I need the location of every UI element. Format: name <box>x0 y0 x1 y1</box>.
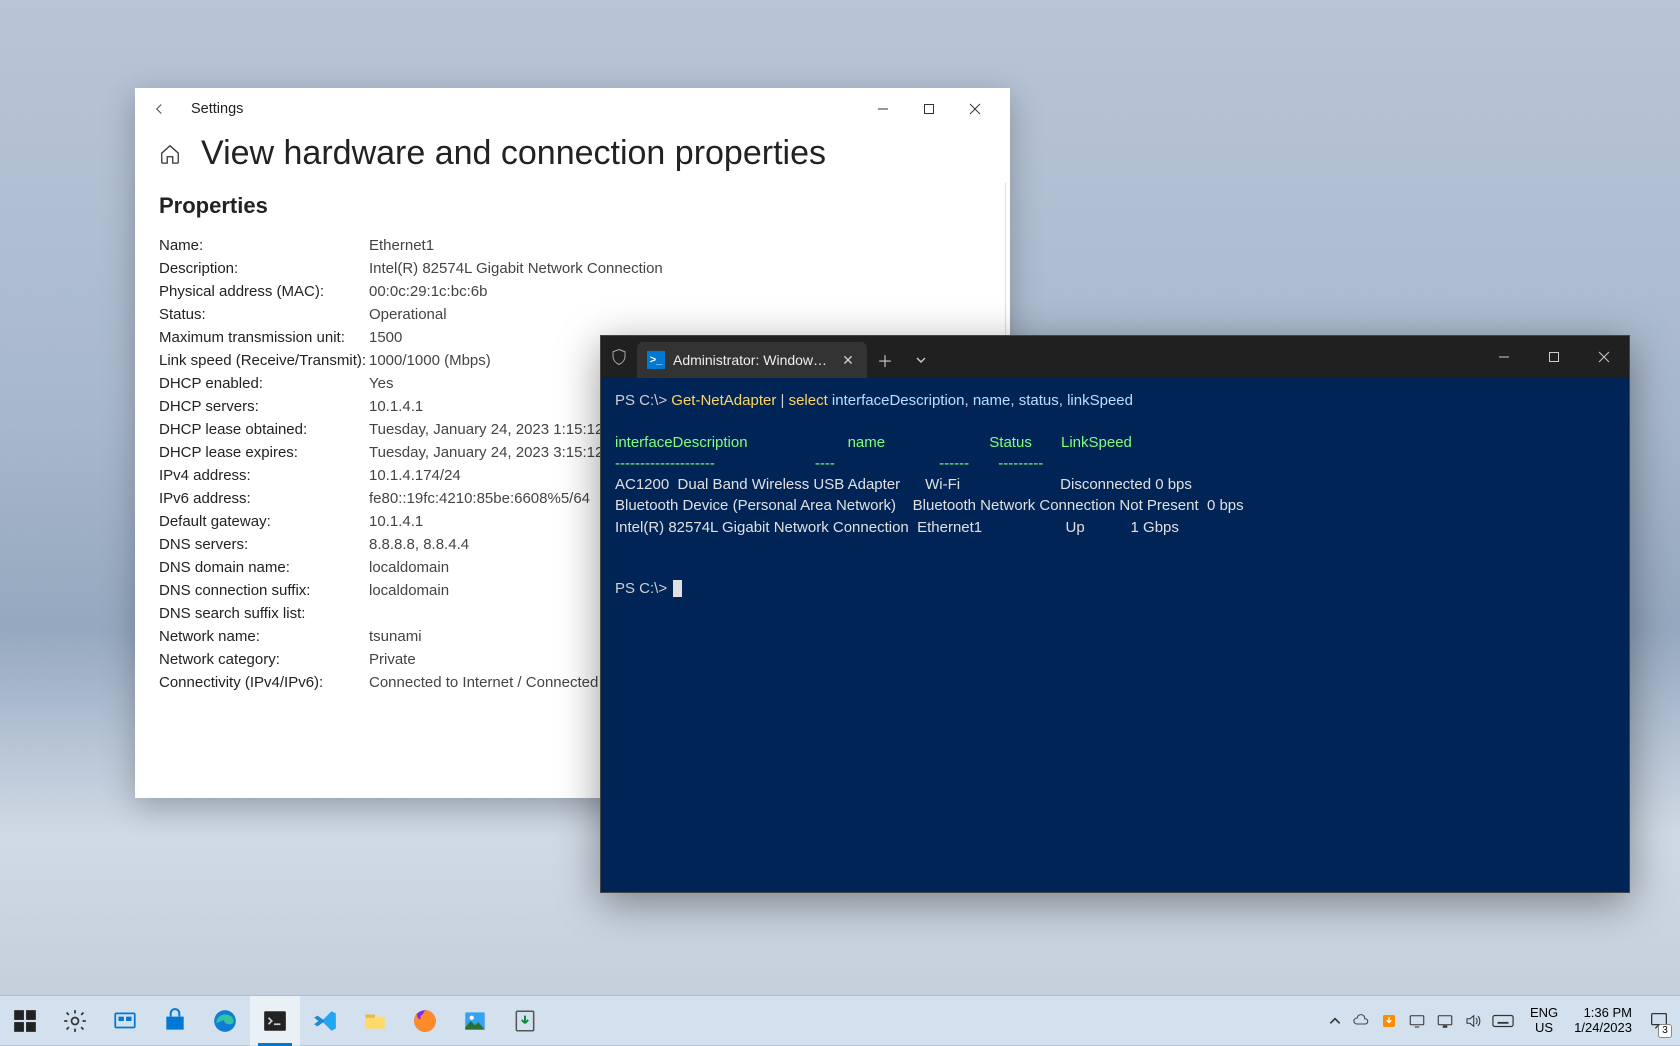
property-key: IPv4 address: <box>159 467 369 484</box>
property-key: Maximum transmission unit: <box>159 329 369 346</box>
page-title: View hardware and connection properties <box>201 134 826 173</box>
property-key: Link speed (Receive/Transmit): <box>159 352 369 369</box>
taskbar-taskview-icon[interactable] <box>100 996 150 1046</box>
window-title: Settings <box>191 101 243 117</box>
taskbar-photos-icon[interactable] <box>450 996 500 1046</box>
property-key: IPv6 address: <box>159 490 369 507</box>
settings-titlebar[interactable]: Settings <box>135 88 1010 130</box>
terminal-cursor <box>673 580 682 597</box>
taskbar-settings-icon[interactable] <box>50 996 100 1046</box>
terminal-window[interactable]: >_ Administrator: Windows Powe ✕ ＋ PS C:… <box>600 335 1630 893</box>
settings-header: View hardware and connection properties <box>135 130 1010 183</box>
property-key: DNS domain name: <box>159 559 369 576</box>
taskbar-left <box>0 996 550 1045</box>
notification-badge: 3 <box>1658 1024 1672 1038</box>
powershell-icon: >_ <box>647 351 665 369</box>
tray-volume-icon[interactable] <box>1464 1012 1482 1030</box>
tab-close-icon[interactable]: ✕ <box>839 351 857 369</box>
back-button[interactable] <box>147 97 171 121</box>
property-key: Connectivity (IPv4/IPv6): <box>159 674 369 691</box>
language-bottom: US <box>1530 1021 1558 1035</box>
notification-button[interactable]: 3 <box>1642 996 1676 1046</box>
taskbar-right: ENG US 1:36 PM 1/24/2023 3 <box>1316 996 1680 1045</box>
terminal-tab[interactable]: >_ Administrator: Windows Powe ✕ <box>637 342 867 378</box>
terminal-close-button[interactable] <box>1579 336 1629 378</box>
property-key: DNS connection suffix: <box>159 582 369 599</box>
tray-network-icon[interactable] <box>1436 1012 1454 1030</box>
terminal-titlebar[interactable]: >_ Administrator: Windows Powe ✕ ＋ <box>601 336 1629 378</box>
taskbar-vscode-icon[interactable] <box>300 996 350 1046</box>
taskbar-explorer-icon[interactable] <box>350 996 400 1046</box>
terminal-arg4: linkSpeed <box>1067 392 1133 409</box>
terminal-row: AC1200 Dual Band Wireless USB Adapter Wi… <box>615 476 1192 493</box>
maximize-button[interactable] <box>906 89 952 129</box>
property-key: DHCP enabled: <box>159 375 369 392</box>
system-tray[interactable] <box>1320 996 1522 1045</box>
property-value: Operational <box>369 306 981 323</box>
terminal-row: Intel(R) 82574L Gigabit Network Connecti… <box>615 519 1179 536</box>
terminal-arg2: name <box>973 392 1011 409</box>
taskbar-terminal-icon[interactable] <box>250 996 300 1046</box>
clock[interactable]: 1:36 PM 1/24/2023 <box>1566 1006 1640 1036</box>
property-key: DNS servers: <box>159 536 369 553</box>
terminal-tab-label: Administrator: Windows Powe <box>673 352 831 368</box>
property-key: DNS search suffix list: <box>159 605 369 622</box>
language-top: ENG <box>1530 1006 1558 1020</box>
terminal-prompt: PS C:\> <box>615 580 671 597</box>
tray-onedrive-icon[interactable] <box>1352 1012 1370 1030</box>
property-key: DHCP lease obtained: <box>159 421 369 438</box>
clock-time: 1:36 PM <box>1574 1006 1632 1021</box>
taskbar-firefox-icon[interactable] <box>400 996 450 1046</box>
section-heading: Properties <box>159 193 981 219</box>
terminal-window-controls <box>1479 336 1629 378</box>
property-key: Description: <box>159 260 369 277</box>
property-key: Name: <box>159 237 369 254</box>
terminal-cmd-select: select <box>789 392 828 409</box>
minimize-button[interactable] <box>860 89 906 129</box>
property-value: Intel(R) 82574L Gigabit Network Connecti… <box>369 260 981 277</box>
property-key: Network name: <box>159 628 369 645</box>
property-value: Ethernet1 <box>369 237 981 254</box>
tray-monitor-icon[interactable] <box>1408 1012 1426 1030</box>
property-key: Default gateway: <box>159 513 369 530</box>
terminal-arg3: status <box>1019 392 1059 409</box>
clock-date: 1/24/2023 <box>1574 1021 1632 1036</box>
terminal-arg1: interfaceDescription <box>828 392 965 409</box>
terminal-pipe: | <box>776 392 788 409</box>
property-value: 00:0c:29:1c:bc:6b <box>369 283 981 300</box>
terminal-divider-row: -------------------- ---- ------ -------… <box>615 455 1043 472</box>
taskbar-installer-icon[interactable] <box>500 996 550 1046</box>
tab-dropdown-icon[interactable] <box>903 342 939 378</box>
new-tab-button[interactable]: ＋ <box>867 342 903 378</box>
tray-keyboard-icon[interactable] <box>1492 1014 1514 1028</box>
terminal-prompt: PS C:\> <box>615 392 671 409</box>
language-indicator[interactable]: ENG US <box>1524 1006 1564 1035</box>
home-icon[interactable] <box>159 143 181 165</box>
start-button[interactable] <box>0 996 50 1046</box>
terminal-row: Bluetooth Device (Personal Area Network)… <box>615 497 1244 514</box>
property-key: DHCP servers: <box>159 398 369 415</box>
terminal-maximize-button[interactable] <box>1529 336 1579 378</box>
shield-icon <box>601 336 637 378</box>
terminal-minimize-button[interactable] <box>1479 336 1529 378</box>
close-button[interactable] <box>952 89 998 129</box>
window-controls <box>860 89 998 129</box>
tray-update-icon[interactable] <box>1380 1012 1398 1030</box>
tray-chevron-icon[interactable] <box>1328 1014 1342 1028</box>
terminal-body[interactable]: PS C:\> Get-NetAdapter | select interfac… <box>601 378 1629 892</box>
taskbar-store-icon[interactable] <box>150 996 200 1046</box>
taskbar[interactable]: ENG US 1:36 PM 1/24/2023 3 <box>0 995 1680 1045</box>
property-key: Physical address (MAC): <box>159 283 369 300</box>
taskbar-edge-icon[interactable] <box>200 996 250 1046</box>
property-key: DHCP lease expires: <box>159 444 369 461</box>
property-key: Network category: <box>159 651 369 668</box>
terminal-header-row: interfaceDescription name Status LinkSpe… <box>615 434 1132 451</box>
property-key: Status: <box>159 306 369 323</box>
terminal-cmd-get: Get-NetAdapter <box>671 392 776 409</box>
